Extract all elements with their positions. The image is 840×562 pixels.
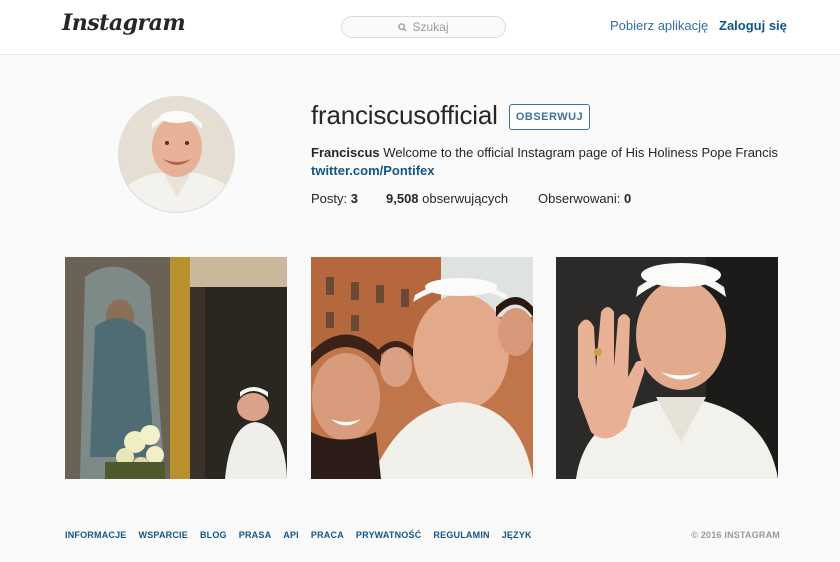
followers-label: obserwujących xyxy=(422,191,509,206)
search-icon xyxy=(398,22,408,32)
login-link[interactable]: Zaloguj się xyxy=(719,18,787,33)
post-thumbnail-3[interactable] xyxy=(556,257,778,479)
posts-count: Posty: 3 xyxy=(311,191,358,206)
footer-links: INFORMACJE WSPARCIE BLOG PRASA API PRACA… xyxy=(65,530,532,540)
post-thumbnail-1[interactable] xyxy=(65,257,287,479)
followers-value: 9,508 xyxy=(386,191,419,206)
following-count[interactable]: Obserwowani: 0 xyxy=(538,191,631,206)
profile-username: franciscusofficial xyxy=(311,100,498,130)
posts-value: 3 xyxy=(350,191,358,206)
footer-link-api[interactable]: API xyxy=(283,530,299,540)
profile-avatar xyxy=(118,96,235,213)
footer-link-prasa[interactable]: PRASA xyxy=(239,530,272,540)
post-thumbnail-2[interactable] xyxy=(311,257,533,479)
profile-bio: Franciscus Welcome to the official Insta… xyxy=(311,145,778,160)
copyright-text: © 2016 INSTAGRAM xyxy=(691,530,780,540)
footer-link-wsparcie[interactable]: WSPARCIE xyxy=(139,530,188,540)
footer-link-regulamin[interactable]: REGULAMIN xyxy=(433,530,489,540)
following-value: 0 xyxy=(624,191,632,206)
instagram-logo[interactable]: Instagram xyxy=(62,10,186,36)
follow-button[interactable]: OBSERWUJ xyxy=(509,104,590,130)
following-label: Obserwowani: xyxy=(538,191,621,206)
search-input[interactable]: Szukaj xyxy=(341,16,506,38)
search-placeholder: Szukaj xyxy=(412,20,449,34)
profile-full-name: Franciscus xyxy=(311,145,380,160)
top-navigation-bar: Instagram Szukaj Pobierz aplikację Zalog… xyxy=(0,0,840,55)
footer-link-blog[interactable]: BLOG xyxy=(200,530,227,540)
footer-link-jezyk[interactable]: JĘZYK xyxy=(502,530,532,540)
followers-count[interactable]: 9,508 obserwujących xyxy=(386,191,508,206)
footer: INFORMACJE WSPARCIE BLOG PRASA API PRACA… xyxy=(65,530,780,544)
footer-link-informacje[interactable]: INFORMACJE xyxy=(65,530,127,540)
footer-link-prywatnosc[interactable]: PRYWATNOŚĆ xyxy=(356,530,422,540)
profile-bio-text: Welcome to the official Instagram page o… xyxy=(383,145,779,160)
profile-website-link[interactable]: twitter.com/Pontifex xyxy=(311,163,435,178)
footer-link-praca[interactable]: PRACA xyxy=(311,530,344,540)
get-app-link[interactable]: Pobierz aplikację xyxy=(610,18,708,33)
posts-label: Posty: xyxy=(311,191,348,206)
